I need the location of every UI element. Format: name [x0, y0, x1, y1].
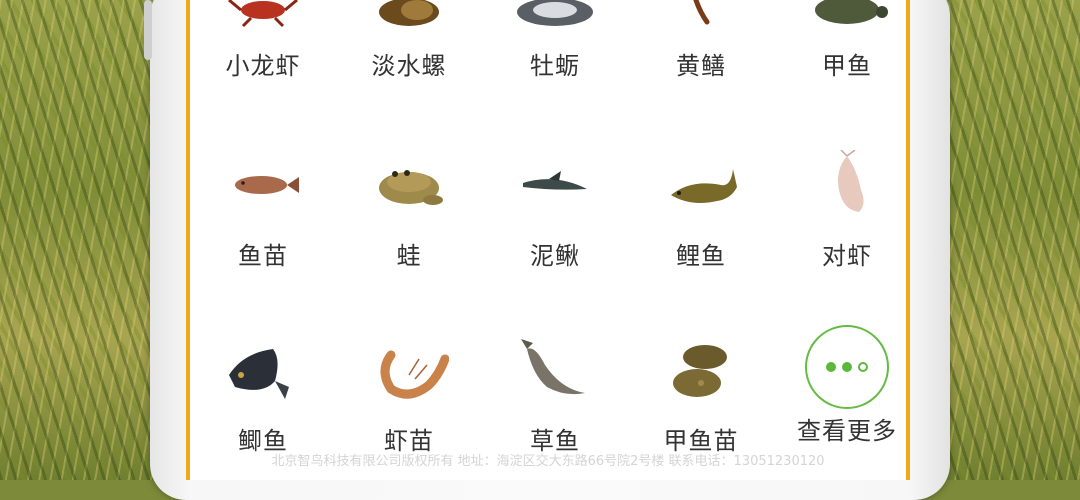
- more-dots-icon: [805, 325, 889, 409]
- crayfish-icon: [213, 0, 313, 40]
- copyright-footer: 北京智鸟科技有限公司版权所有 地址：海淀区交大东路66号院2号楼 联系电话：13…: [271, 454, 825, 469]
- snail-icon: [359, 0, 459, 40]
- category-item-oyster[interactable]: 牡蛎: [482, 0, 628, 110]
- turtle-icon: [797, 0, 897, 40]
- category-label: 对虾: [822, 242, 872, 270]
- category-label: 泥鳅: [530, 242, 580, 270]
- category-label: 蛙: [396, 242, 422, 270]
- grass-carp-icon: [505, 325, 605, 415]
- prawn-icon: [797, 140, 897, 230]
- category-label: 甲鱼: [822, 52, 872, 80]
- loach-icon: [505, 140, 605, 230]
- category-item-carp[interactable]: 鲤鱼: [628, 140, 774, 300]
- category-label: 牡蛎: [530, 52, 580, 80]
- category-grid: 小龙虾 淡水螺 牡蛎 黄鳝 甲鱼 鱼苗 蛙 泥鳅 鲤鱼 对虾 鲫鱼 虾苗 草鱼 …: [190, 0, 906, 480]
- baby-turtle-icon: [651, 325, 751, 415]
- carp-icon: [651, 140, 751, 230]
- oyster-icon: [505, 0, 605, 40]
- category-item-loach[interactable]: 泥鳅: [482, 140, 628, 300]
- category-item-snail[interactable]: 淡水螺: [336, 0, 482, 110]
- eel-icon: [651, 0, 751, 40]
- fry-fish-icon: [213, 140, 313, 230]
- frog-icon: [359, 140, 459, 230]
- category-item-eel[interactable]: 黄鳝: [628, 0, 774, 110]
- category-item-turtle[interactable]: 甲鱼: [774, 0, 920, 110]
- category-label: 鲤鱼: [676, 242, 726, 270]
- crucian-carp-icon: [213, 325, 313, 415]
- phone-side-button: [144, 0, 152, 60]
- shrimp-fry-icon: [359, 325, 459, 415]
- category-label: 鱼苗: [238, 242, 288, 270]
- category-item-prawn[interactable]: 对虾: [774, 140, 920, 300]
- category-label: 淡水螺: [371, 52, 447, 80]
- category-label: 黄鳝: [676, 52, 726, 80]
- category-item-frog[interactable]: 蛙: [336, 140, 482, 300]
- category-item-crayfish[interactable]: 小龙虾: [190, 0, 336, 110]
- category-label: 小龙虾: [225, 52, 301, 80]
- category-screen: 小龙虾 淡水螺 牡蛎 黄鳝 甲鱼 鱼苗 蛙 泥鳅 鲤鱼 对虾 鲫鱼 虾苗 草鱼 …: [186, 0, 910, 480]
- more-label: 查看更多: [797, 417, 897, 445]
- category-item-fry-fish[interactable]: 鱼苗: [190, 140, 336, 300]
